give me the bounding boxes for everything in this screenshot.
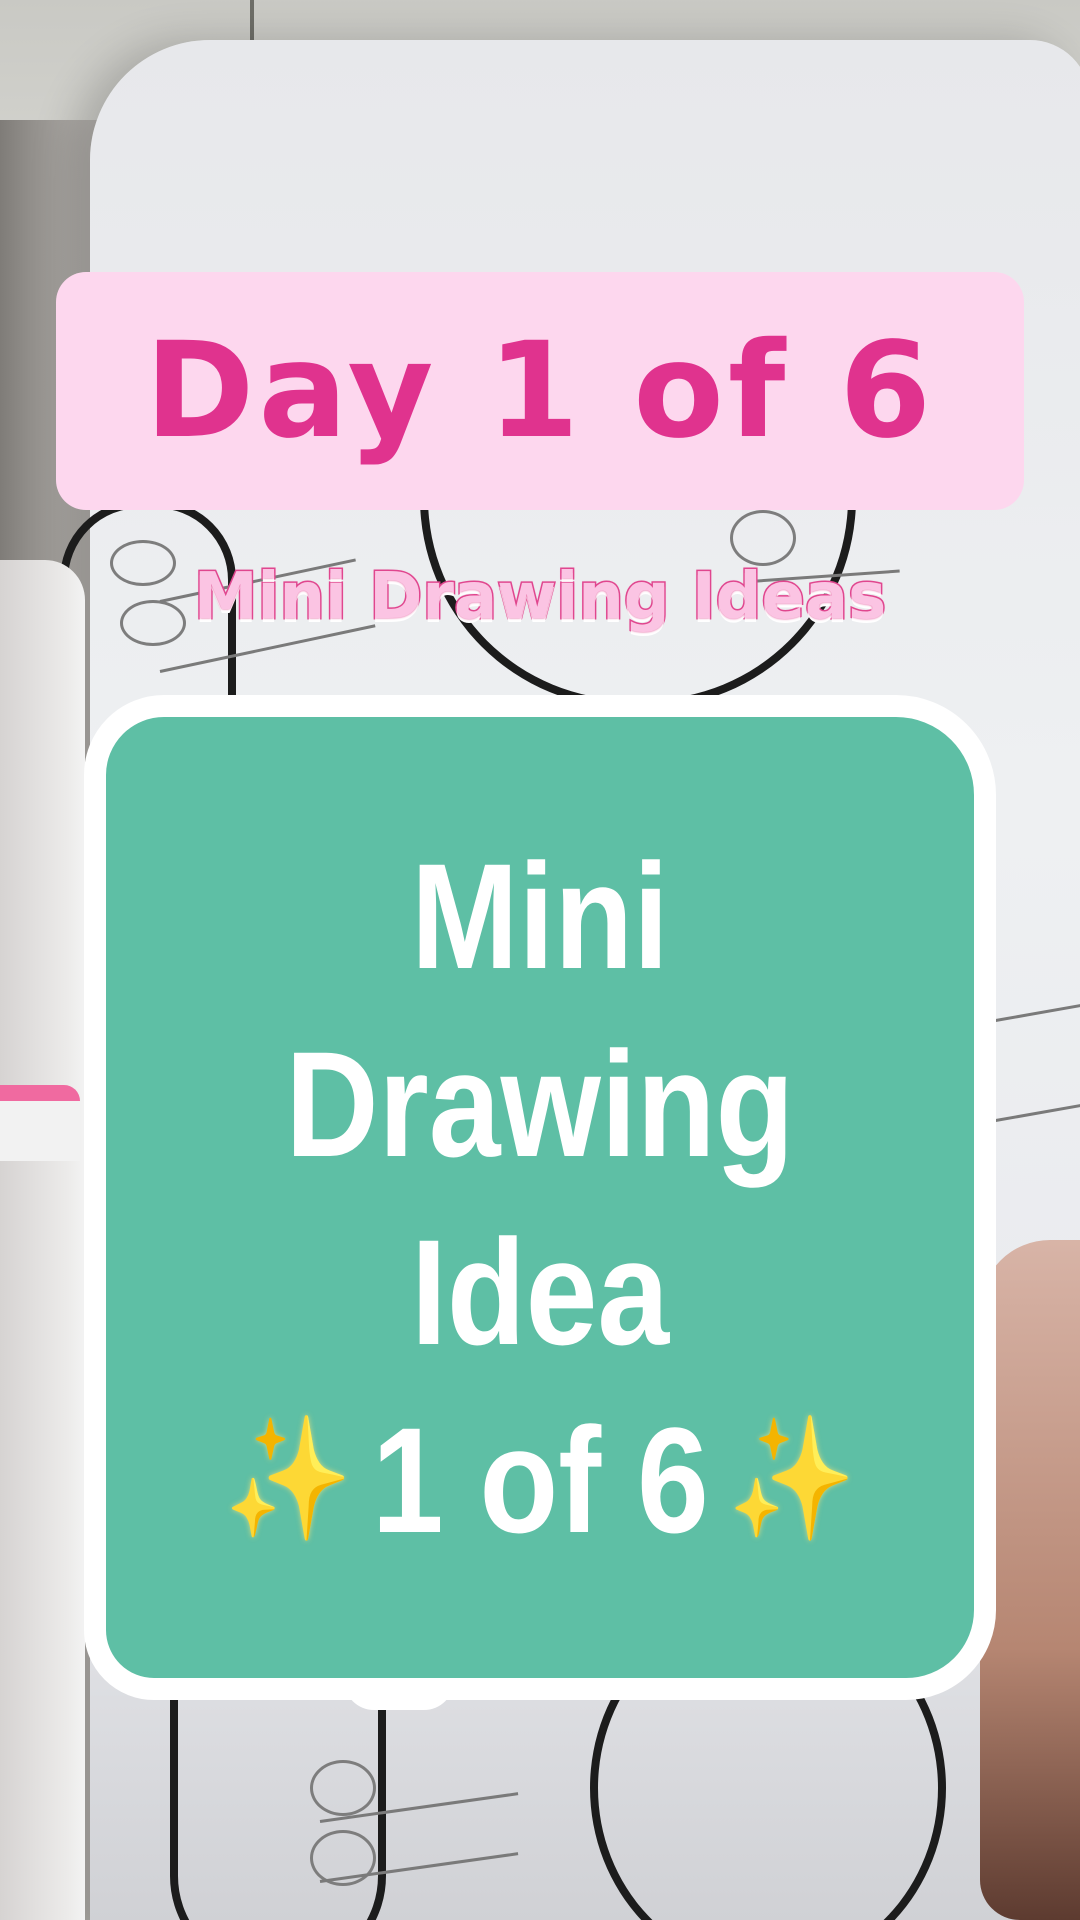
card-line-1: Mini bbox=[411, 831, 669, 1000]
card-tail bbox=[344, 1680, 454, 1710]
subtitle: Mini Drawing Ideas bbox=[192, 559, 887, 636]
marker bbox=[0, 1085, 80, 1161]
card-count-text: 1 of 6 bbox=[371, 1395, 709, 1564]
idea-card-body: Mini Drawing Idea ✨ 1 of 6 ✨ bbox=[84, 695, 996, 1700]
day-banner: Day 1 of 6 bbox=[56, 272, 1024, 510]
card-count-line: ✨ 1 of 6 ✨ bbox=[224, 1386, 856, 1574]
sparkles-icon: ✨ bbox=[224, 1409, 353, 1549]
day-title: Day 1 of 6 bbox=[144, 314, 936, 468]
sparkles-icon: ✨ bbox=[727, 1409, 856, 1549]
card-line-2: Drawing bbox=[285, 1019, 795, 1188]
card-line-3: Idea bbox=[410, 1207, 670, 1376]
bag bbox=[0, 560, 85, 1920]
idea-card: Mini Drawing Idea ✨ 1 of 6 ✨ bbox=[84, 695, 996, 1710]
